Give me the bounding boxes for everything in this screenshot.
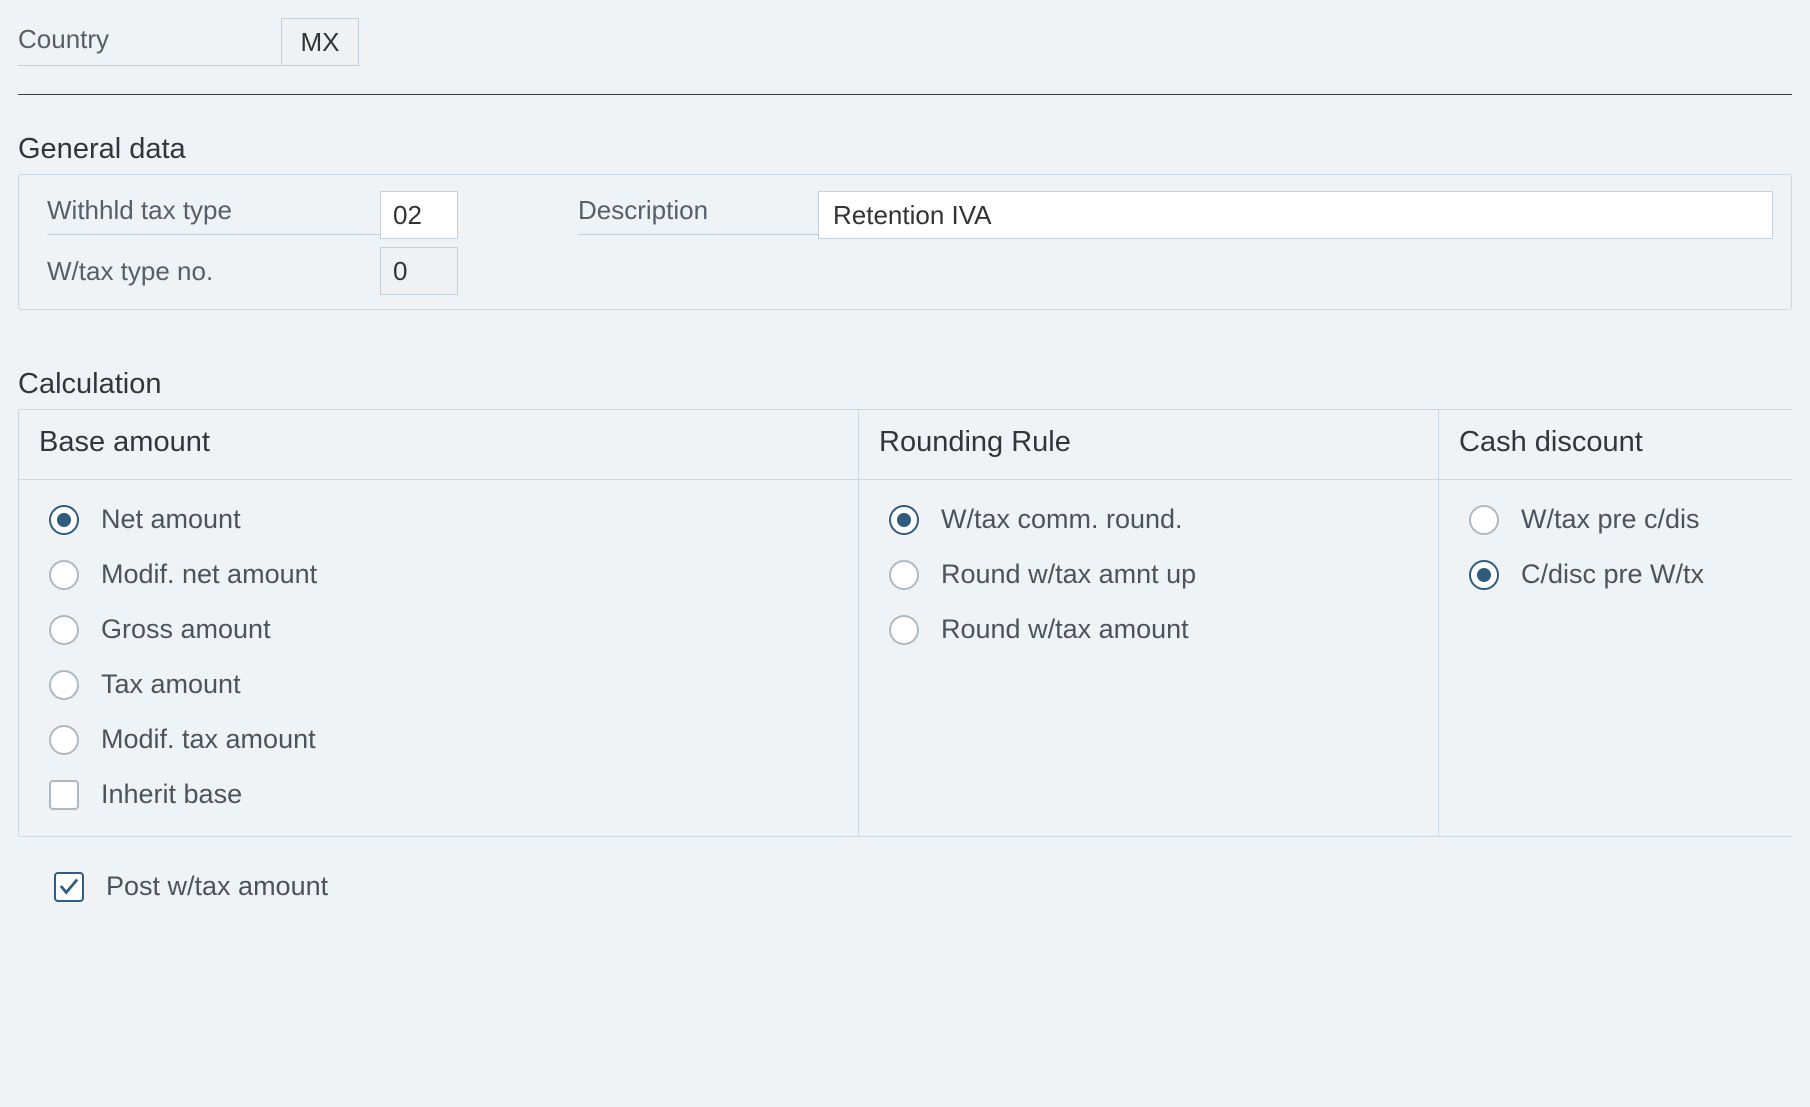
- option-row-inherit-base: Inherit base: [49, 779, 828, 810]
- check-icon: [58, 876, 80, 898]
- divider: [18, 94, 1792, 95]
- label-base-modif-tax-amount: Modif. tax amount: [101, 724, 316, 755]
- cash-discount-column: Cash discount W/tax pre c/dis C/disc pre …: [1439, 410, 1792, 836]
- wtax-type-no-field[interactable]: 0: [380, 247, 458, 295]
- label-base-net-amount: Net amount: [101, 504, 241, 535]
- rounding-rule-column: Rounding Rule W/tax comm. round. Round w/…: [859, 410, 1439, 836]
- base-amount-column: Base amount Net amount Modif. net amount G…: [19, 410, 859, 836]
- label-inherit-base: Inherit base: [101, 779, 242, 810]
- calculation-group: Base amount Net amount Modif. net amount G…: [18, 409, 1792, 837]
- label-base-tax-amount: Tax amount: [101, 669, 241, 700]
- label-cash-c-disc-pre-w-tx: C/disc pre W/tx: [1521, 559, 1704, 590]
- radio-base-net-amount[interactable]: [49, 505, 79, 535]
- option-row-round-w-tax-amount: Round w/tax amount: [889, 614, 1408, 645]
- option-row-tax-amount: Tax amount: [49, 669, 828, 700]
- radio-rounding-round-w-tax-amnt-up[interactable]: [889, 560, 919, 590]
- country-field[interactable]: MX: [281, 18, 359, 66]
- label-rounding-round-w-tax-amount: Round w/tax amount: [941, 614, 1189, 645]
- radio-cash-c-disc-pre-w-tx[interactable]: [1469, 560, 1499, 590]
- label-rounding-round-w-tax-amnt-up: Round w/tax amnt up: [941, 559, 1196, 590]
- base-amount-header: Base amount: [19, 410, 858, 480]
- country-label: Country: [18, 18, 281, 66]
- option-row-c-disc-pre-w-tx: C/disc pre W/tx: [1469, 559, 1762, 590]
- label-cash-w-tax-pre-c-dis: W/tax pre c/dis: [1521, 504, 1700, 535]
- option-row-round-w-tax-amnt-up: Round w/tax amnt up: [889, 559, 1408, 590]
- option-row-w-tax-comm-round: W/tax comm. round.: [889, 504, 1408, 535]
- description-label: Description: [578, 195, 818, 235]
- section-header-calculation: Calculation: [18, 368, 1792, 401]
- radio-base-modif-tax-amount[interactable]: [49, 725, 79, 755]
- option-row-modif-tax-amount: Modif. tax amount: [49, 724, 828, 755]
- option-row-gross-amount: Gross amount: [49, 614, 828, 645]
- general-data-group: Withhld tax type 02 Description Retentio…: [18, 174, 1792, 310]
- wtax-type-no-label: W/tax type no.: [47, 256, 380, 287]
- checkbox-inherit-base[interactable]: [49, 780, 79, 810]
- withhld-tax-type-field[interactable]: 02: [380, 191, 458, 239]
- radio-rounding-w-tax-comm-round[interactable]: [889, 505, 919, 535]
- radio-base-gross-amount[interactable]: [49, 615, 79, 645]
- section-header-general-data: General data: [18, 133, 1792, 166]
- label-base-modif-net-amount: Modif. net amount: [101, 559, 317, 590]
- radio-base-modif-net-amount[interactable]: [49, 560, 79, 590]
- cash-discount-header: Cash discount: [1439, 410, 1792, 480]
- rounding-rule-header: Rounding Rule: [859, 410, 1438, 480]
- radio-base-tax-amount[interactable]: [49, 670, 79, 700]
- radio-cash-w-tax-pre-c-dis[interactable]: [1469, 505, 1499, 535]
- label-rounding-w-tax-comm-round: W/tax comm. round.: [941, 504, 1183, 535]
- withhld-tax-type-label: Withhld tax type: [47, 195, 380, 235]
- option-row-w-tax-pre-c-dis: W/tax pre c/dis: [1469, 504, 1762, 535]
- description-field[interactable]: Retention IVA: [818, 191, 1773, 239]
- checkbox-post-wtax-amount[interactable]: [54, 872, 84, 902]
- post-wtax-amount-row: Post w/tax amount: [54, 871, 1792, 902]
- radio-rounding-round-w-tax-amount[interactable]: [889, 615, 919, 645]
- label-base-gross-amount: Gross amount: [101, 614, 271, 645]
- option-row-modif-net-amount: Modif. net amount: [49, 559, 828, 590]
- country-row: Country MX: [18, 18, 1792, 66]
- option-row-net-amount: Net amount: [49, 504, 828, 535]
- post-wtax-amount-label: Post w/tax amount: [106, 871, 328, 902]
